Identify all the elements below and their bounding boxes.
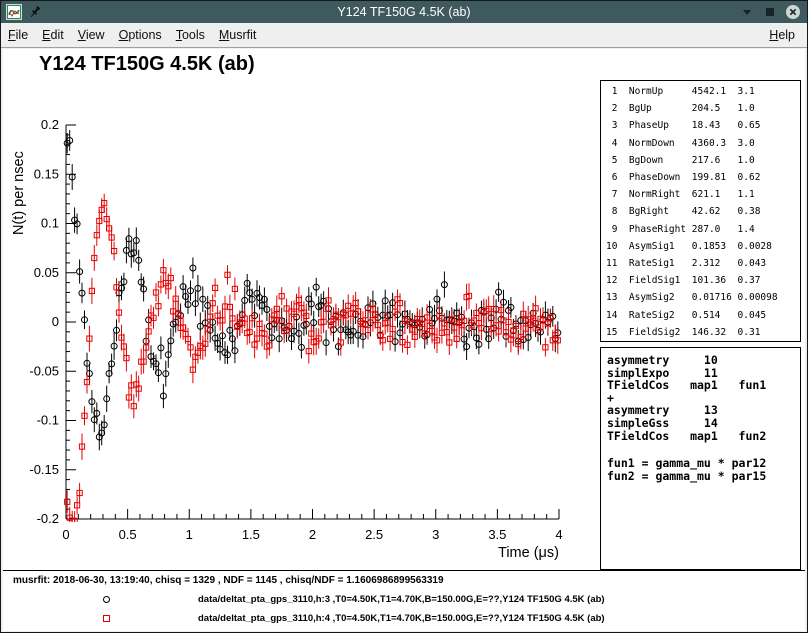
parameter-row: 15 FieldSig2 146.32 0.31 <box>606 324 800 341</box>
parameter-row: 3 PhaseUp 18.43 0.65 <box>606 117 800 134</box>
menu-options[interactable]: Options <box>112 28 169 42</box>
parameter-row: 11 RateSig1 2.312 0.043 <box>606 255 800 272</box>
svg-text:3: 3 <box>432 527 439 542</box>
legend-item: data/deltat_pta_gps_3110,h:4 ,T0=4.50K,T… <box>103 609 605 628</box>
parameter-row: 8 BgRight 42.62 0.38 <box>606 203 800 220</box>
svg-text:0.1: 0.1 <box>41 216 59 231</box>
svg-text:0.05: 0.05 <box>34 265 59 280</box>
parameter-row: 14 RateSig2 0.514 0.045 <box>606 307 800 324</box>
theory-line: fun1 = gamma_mu * par12 <box>607 457 800 470</box>
parameter-row: 12 FieldSig1 101.36 0.37 <box>606 272 800 289</box>
menu-tools[interactable]: Tools <box>169 28 212 42</box>
svg-text:-0.2: -0.2 <box>37 511 59 526</box>
svg-text:0.2: 0.2 <box>41 117 59 132</box>
parameter-row: 2 BgUp 204.5 1.0 <box>606 100 800 117</box>
svg-text:-0.1: -0.1 <box>37 413 59 428</box>
parameter-row: 1 NormUp 4542.1 3.1 <box>606 83 800 100</box>
theory-line: TFieldCos map1 fun2 <box>607 430 800 443</box>
parameter-row: 13 AsymSig2 0.01716 0.00098 <box>606 289 800 306</box>
theory-line: asymmetry 10 <box>607 354 800 367</box>
data-series-h3-black-circles <box>64 130 561 450</box>
menu-help[interactable]: Help <box>762 28 807 42</box>
menu-musrfit[interactable]: Musrfit <box>212 28 264 42</box>
svg-text:0: 0 <box>62 527 69 542</box>
circle-marker-icon <box>103 596 110 603</box>
info-panel: musrfit: 2018-06-30, 13:19:40, chisq = 1… <box>3 570 805 631</box>
window-title: Y124 TF150G 4.5K (ab) <box>1 1 807 23</box>
menu-edit[interactable]: Edit <box>35 28 71 42</box>
svg-text:-0.05: -0.05 <box>29 363 59 378</box>
square-marker-icon <box>103 615 110 622</box>
menubar: File Edit View Options Tools Musrfit Hel… <box>1 23 807 48</box>
svg-text:-0.15: -0.15 <box>29 462 59 477</box>
parameter-row: 4 NormDown 4360.3 3.0 <box>606 135 800 152</box>
minimize-button[interactable] <box>739 4 755 20</box>
fit-info: musrfit: 2018-06-30, 13:19:40, chisq = 1… <box>13 575 444 586</box>
svg-text:0: 0 <box>52 314 59 329</box>
parameter-row: 10 AsymSig1 0.1853 0.0028 <box>606 238 800 255</box>
theory-line: fun2 = gamma_mu * par15 <box>607 470 800 483</box>
svg-text:0.15: 0.15 <box>34 166 59 181</box>
theory-line: simpleGss 14 <box>607 417 800 430</box>
chart-plot[interactable]: 0 0.5 1 1.5 2 2.5 3 3.5 4 -0.2 -0.15 -0.1 -0.05 0 0.05… <box>6 111 571 569</box>
menu-file[interactable]: File <box>1 28 35 42</box>
legend-label: data/deltat_pta_gps_3110,h:4 ,T0=4.50K,T… <box>198 613 605 624</box>
legend-item: data/deltat_pta_gps_3110,h:3 ,T0=4.50K,T… <box>103 590 605 609</box>
legend-label: data/deltat_pta_gps_3110,h:3 ,T0=4.50K,T… <box>198 594 605 605</box>
parameter-row: 6 PhaseDown 199.81 0.62 <box>606 169 800 186</box>
parameter-row: 5 BgDown 217.6 1.0 <box>606 152 800 169</box>
svg-text:0.5: 0.5 <box>119 527 137 542</box>
axes <box>66 125 559 519</box>
pin-button[interactable] <box>28 5 42 19</box>
svg-text:2.5: 2.5 <box>365 527 383 542</box>
theory-line: TFieldCos map1 fun1 <box>607 379 800 392</box>
x-axis-title: Time (μs) <box>498 545 559 561</box>
legend: data/deltat_pta_gps_3110,h:3 ,T0=4.50K,T… <box>103 590 605 628</box>
y-axis-title: N(t) per nsec <box>11 151 27 235</box>
close-button[interactable] <box>785 4 801 20</box>
svg-text:1.5: 1.5 <box>242 527 260 542</box>
svg-text:4: 4 <box>555 527 562 542</box>
canvas-area: Y124 TF150G 4.5K (ab) 0 0.5 1 1.5 2 2.5 3 3.5 4 -… <box>3 49 805 630</box>
theory-box: asymmetry 10simplExpo 11TFieldCos map1 f… <box>600 347 801 570</box>
svg-text:1: 1 <box>186 527 193 542</box>
maximize-button[interactable] <box>762 4 778 20</box>
svg-text:2: 2 <box>309 527 316 542</box>
titlebar[interactable]: Y124 TF150G 4.5K (ab) <box>1 1 807 23</box>
svg-text:3.5: 3.5 <box>488 527 506 542</box>
plot-title: Y124 TF150G 4.5K (ab) <box>39 53 255 76</box>
parameter-box: 1 NormUp 4542.1 3.1 2 BgUp 204.5 1.0 3 P… <box>600 80 801 342</box>
app-icon <box>6 4 22 20</box>
parameter-row: 7 NormRight 621.1 1.1 <box>606 186 800 203</box>
menu-view[interactable]: View <box>71 28 112 42</box>
parameter-row: 9 PhaseRight 287.0 1.4 <box>606 221 800 238</box>
musrfit-plot-window: Y124 TF150G 4.5K (ab) File Edit View Opt… <box>0 0 808 633</box>
data-series-h4-red-squares <box>65 194 561 531</box>
